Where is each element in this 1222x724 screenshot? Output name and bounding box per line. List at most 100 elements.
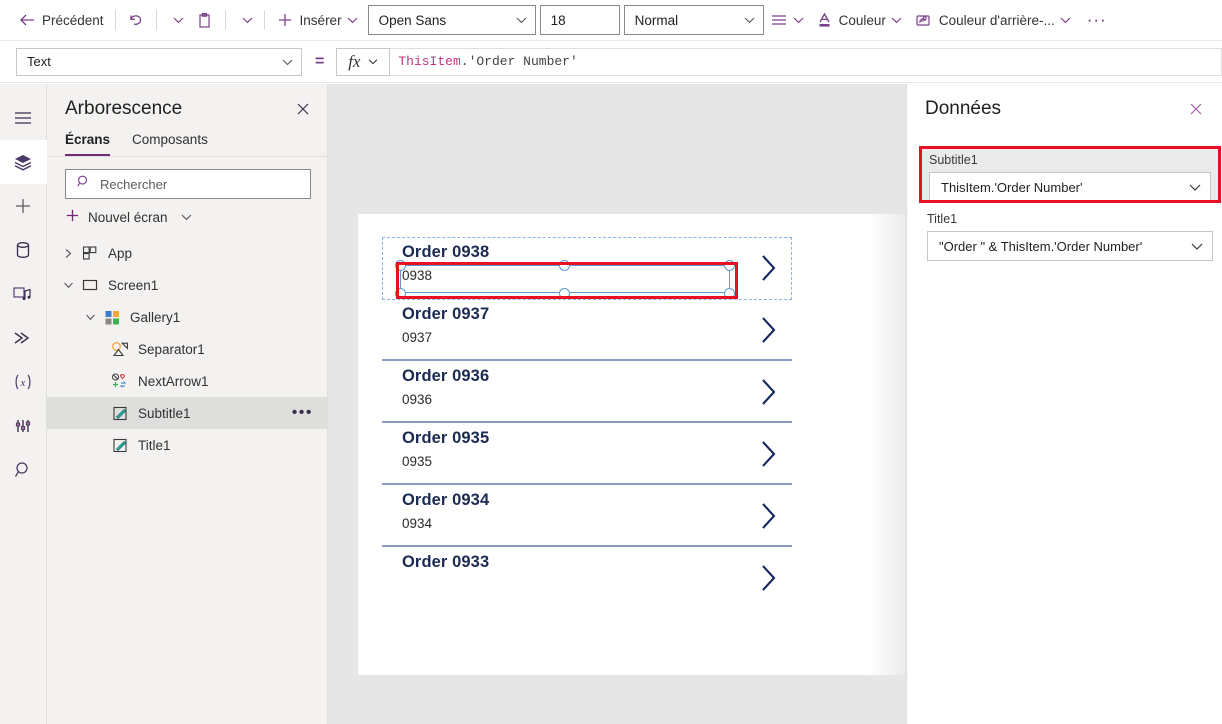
font-weight-value: Normal: [635, 13, 679, 28]
gallery-item-title: Order 0933: [402, 553, 489, 572]
close-icon[interactable]: [295, 101, 311, 117]
formula-token-object: ThisItem: [398, 54, 460, 69]
divider: [115, 10, 116, 30]
tree-item-label: App: [108, 246, 132, 261]
font-weight-select[interactable]: Normal: [624, 5, 764, 35]
tree-item-title1[interactable]: Title1: [47, 429, 327, 461]
hamburger-menu-icon[interactable]: [0, 96, 47, 140]
tree-item-gallery1[interactable]: Gallery1: [47, 301, 327, 333]
data-field-value: "Order " & ThisItem.'Order Number': [939, 239, 1142, 254]
paste-icon: [196, 12, 214, 29]
font-color-button[interactable]: Couleur: [810, 5, 908, 35]
data-field-label: Subtitle1: [929, 153, 1211, 167]
close-icon[interactable]: [1188, 101, 1204, 117]
chevron-right-icon[interactable]: [57, 248, 79, 259]
power-automate-icon[interactable]: [0, 316, 47, 360]
back-button[interactable]: Précédent: [12, 5, 110, 35]
chevron-down-icon: [891, 16, 902, 24]
chevron-down-icon: [347, 16, 358, 24]
tree-item-subtitle1[interactable]: Subtitle1 •••: [47, 397, 327, 429]
paste-button[interactable]: [190, 5, 220, 35]
equals-sign: =: [315, 53, 324, 71]
gallery-item[interactable]: Order 0937 0937: [382, 299, 792, 361]
chevron-right-icon[interactable]: [758, 561, 780, 600]
chevron-down-icon: [793, 16, 804, 24]
fill-color-button[interactable]: Couleur d'arrière-...: [908, 5, 1077, 35]
label-icon: [109, 437, 131, 454]
search-icon[interactable]: [0, 448, 47, 492]
title1-value-select[interactable]: "Order " & ThisItem.'Order Number': [927, 231, 1213, 261]
app-screen[interactable]: Order 0938 0938 Order 0937 0937: [358, 214, 905, 675]
gallery-item-subtitle: 0937: [402, 330, 432, 345]
undo-dropdown-button[interactable]: [162, 5, 190, 35]
paste-dropdown-button[interactable]: [231, 5, 259, 35]
tree-item-separator1[interactable]: Separator1: [47, 333, 327, 365]
gallery-item[interactable]: Order 0933: [382, 547, 792, 604]
canvas-area[interactable]: Order 0938 0938 Order 0937 0937: [328, 84, 906, 724]
new-screen-button[interactable]: Nouvel écran: [47, 199, 327, 235]
power-apps-studio: Précédent: [0, 0, 1222, 724]
chevron-down-icon: [368, 58, 378, 65]
chevron-down-icon[interactable]: [79, 313, 101, 322]
chevron-right-icon[interactable]: [758, 251, 780, 290]
gallery-item[interactable]: Order 0934 0934: [382, 485, 792, 547]
search-icon: [76, 174, 91, 194]
tree-search-wrap: Rechercher: [47, 157, 327, 199]
tree-panel-header: Arborescence: [47, 84, 327, 126]
tree-item-screen1[interactable]: Screen1: [47, 269, 327, 301]
tree-item-label: Screen1: [108, 278, 158, 293]
tree-items-list: App Screen1 Gallery1: [47, 235, 327, 461]
tree-view-icon[interactable]: [0, 140, 47, 184]
formula-token-rest: .'Order Number': [461, 54, 578, 69]
gallery-item-title: Order 0935: [402, 429, 489, 448]
property-select[interactable]: Text: [16, 48, 302, 76]
chevron-right-icon[interactable]: [758, 313, 780, 352]
tab-composants[interactable]: Composants: [132, 132, 208, 156]
tree-item-app[interactable]: App: [47, 237, 327, 269]
font-family-select[interactable]: Open Sans: [368, 5, 536, 35]
undo-icon: [127, 12, 145, 28]
app-icon: [79, 245, 101, 261]
data-icon[interactable]: [0, 228, 47, 272]
gallery-item-subtitle[interactable]: 0938: [402, 268, 432, 283]
fx-button[interactable]: fx: [336, 48, 390, 76]
gallery-item-title: Order 0937: [402, 305, 489, 324]
gallery-control[interactable]: Order 0938 0938 Order 0937 0937: [382, 237, 792, 604]
subtitle1-value-select[interactable]: ThisItem.'Order Number': [929, 172, 1211, 202]
tree-item-label: Separator1: [138, 342, 205, 357]
left-rail: x: [0, 84, 47, 724]
font-size-select[interactable]: 18: [540, 5, 620, 35]
arrow-left-icon: [18, 12, 36, 28]
tree-view-panel: Arborescence Écrans Composants Recherche…: [47, 84, 328, 724]
gallery-item-subtitle: 0935: [402, 454, 432, 469]
gallery-item[interactable]: Order 0936 0936: [382, 361, 792, 423]
font-color-label: Couleur: [839, 13, 886, 28]
formula-input[interactable]: ThisItem.'Order Number': [390, 48, 1222, 76]
data-field-title1: Title1 "Order " & ThisItem.'Order Number…: [927, 212, 1213, 261]
advanced-tools-icon[interactable]: [0, 404, 47, 448]
row-more-menu-button[interactable]: •••: [292, 404, 313, 422]
icons-icon: [109, 373, 131, 390]
gallery-item[interactable]: Order 0938 0938: [382, 237, 792, 299]
variables-icon[interactable]: x: [0, 360, 47, 404]
more-commands-button[interactable]: ···: [1077, 10, 1117, 30]
media-icon[interactable]: [0, 272, 47, 316]
chevron-right-icon[interactable]: [758, 375, 780, 414]
chevron-right-icon[interactable]: [758, 437, 780, 476]
back-label: Précédent: [42, 13, 104, 28]
text-align-button[interactable]: [764, 5, 810, 35]
tab-ecrans[interactable]: Écrans: [65, 132, 110, 156]
tree-item-nextarrow1[interactable]: NextArrow1: [47, 365, 327, 397]
divider: [264, 10, 265, 30]
undo-button[interactable]: [121, 5, 151, 35]
tree-panel-title: Arborescence: [65, 98, 182, 120]
chevron-down-icon[interactable]: [57, 281, 79, 290]
tree-tabs: Écrans Composants: [47, 126, 327, 157]
search-input[interactable]: Rechercher: [65, 169, 311, 199]
chevron-right-icon[interactable]: [758, 499, 780, 538]
chevron-down-icon: [1191, 242, 1203, 251]
gallery-item[interactable]: Order 0935 0935: [382, 423, 792, 485]
data-field-label: Title1: [927, 212, 1213, 226]
insert-icon[interactable]: [0, 184, 47, 228]
insert-button[interactable]: Insérer: [270, 5, 364, 35]
